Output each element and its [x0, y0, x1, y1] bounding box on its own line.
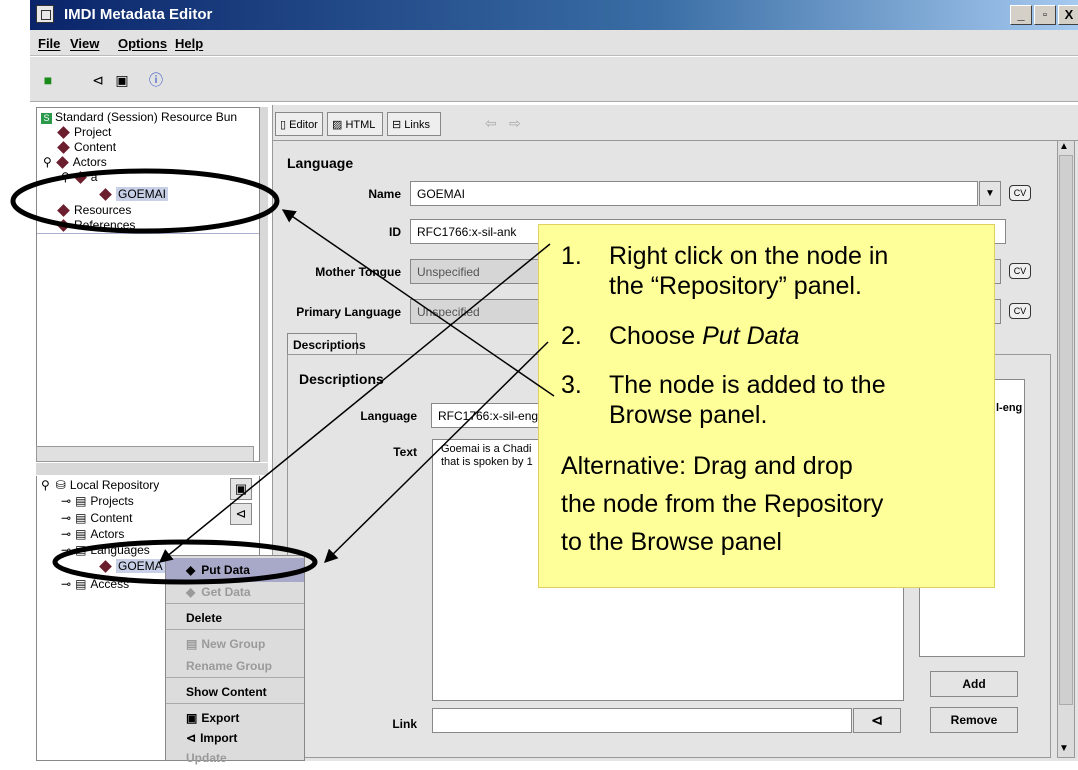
arrow-to-repository	[158, 243, 551, 563]
annotation-overlay	[10, 168, 555, 585]
highlight-oval-browse	[10, 168, 280, 234]
highlight-oval-repository	[52, 539, 318, 585]
arrow-to-browse	[281, 209, 555, 397]
arrow-to-put-data	[324, 341, 549, 563]
